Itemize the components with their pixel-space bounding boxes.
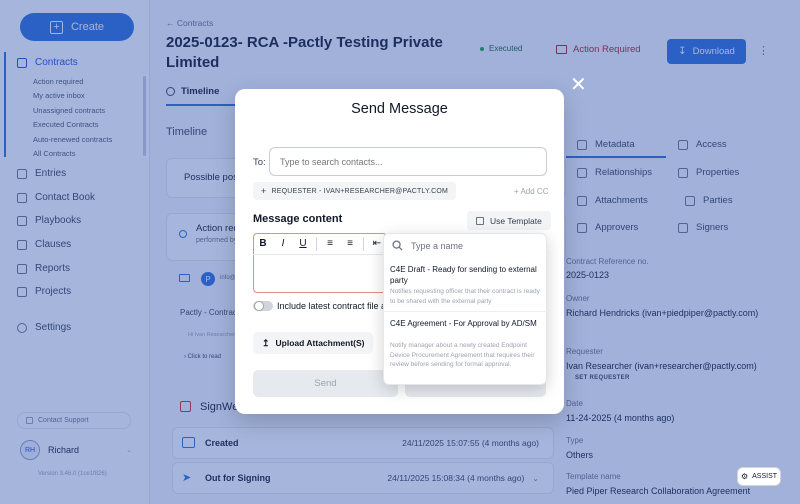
assist-label: ASSIST — [752, 473, 778, 480]
template-item-desc: Notify manager about a newly created End… — [390, 342, 535, 368]
to-label: To: — [253, 157, 266, 168]
template-search-placeholder: Type a name — [411, 240, 464, 251]
toolbar-divider — [316, 236, 317, 251]
include-file-label: Include latest contract file as attachme… — [277, 301, 387, 311]
gear-icon: ⚙ — [740, 472, 749, 481]
contact-search-input[interactable] — [269, 147, 547, 176]
use-template-button[interactable]: Use Template — [467, 211, 551, 230]
plus-icon: + — [261, 186, 267, 196]
toggle-knob — [254, 301, 264, 311]
template-item-title[interactable]: C4E Draft - Ready for sending to externa… — [390, 264, 540, 286]
message-content-label: Message content — [253, 213, 343, 225]
template-item-title[interactable]: C4E Agreement - For Approval by AD/SM — [390, 318, 540, 329]
bullet-list-icon[interactable]: ≡ — [340, 238, 360, 249]
underline-button[interactable]: U — [293, 238, 313, 249]
template-item-desc: Notifies requesting officer that their c… — [390, 288, 540, 305]
requester-chip-label: REQUESTER - IVAN+RESEARCHER@PACTLY.COM — [271, 187, 449, 195]
upload-icon: ↥ — [262, 337, 270, 348]
toolbar-divider — [363, 236, 364, 251]
search-icon — [392, 240, 403, 251]
upload-attachment-button[interactable]: ↥ Upload Attachment(S) — [253, 332, 374, 354]
ordered-list-icon[interactable]: ≡ — [320, 238, 340, 249]
use-template-label: Use Template — [490, 215, 542, 226]
assist-button[interactable]: ⚙ ASSIST — [737, 467, 781, 486]
requester-chip[interactable]: + REQUESTER - IVAN+RESEARCHER@PACTLY.COM — [253, 182, 457, 200]
send-button[interactable]: Send — [253, 370, 398, 397]
template-icon — [476, 216, 484, 225]
template-search[interactable]: Type a name — [392, 238, 538, 253]
upload-label: Upload Attachment(S) — [275, 338, 365, 348]
add-cc-link[interactable]: + Add CC — [514, 187, 548, 196]
modal-title: Send Message — [351, 101, 448, 117]
editor-toolbar: B I U ≡ ≡ ⇤ — [253, 233, 387, 255]
bold-button[interactable]: B — [253, 238, 273, 249]
template-divider — [383, 311, 547, 312]
italic-button[interactable]: I — [273, 238, 293, 249]
close-icon[interactable]: ✕ — [570, 75, 587, 95]
